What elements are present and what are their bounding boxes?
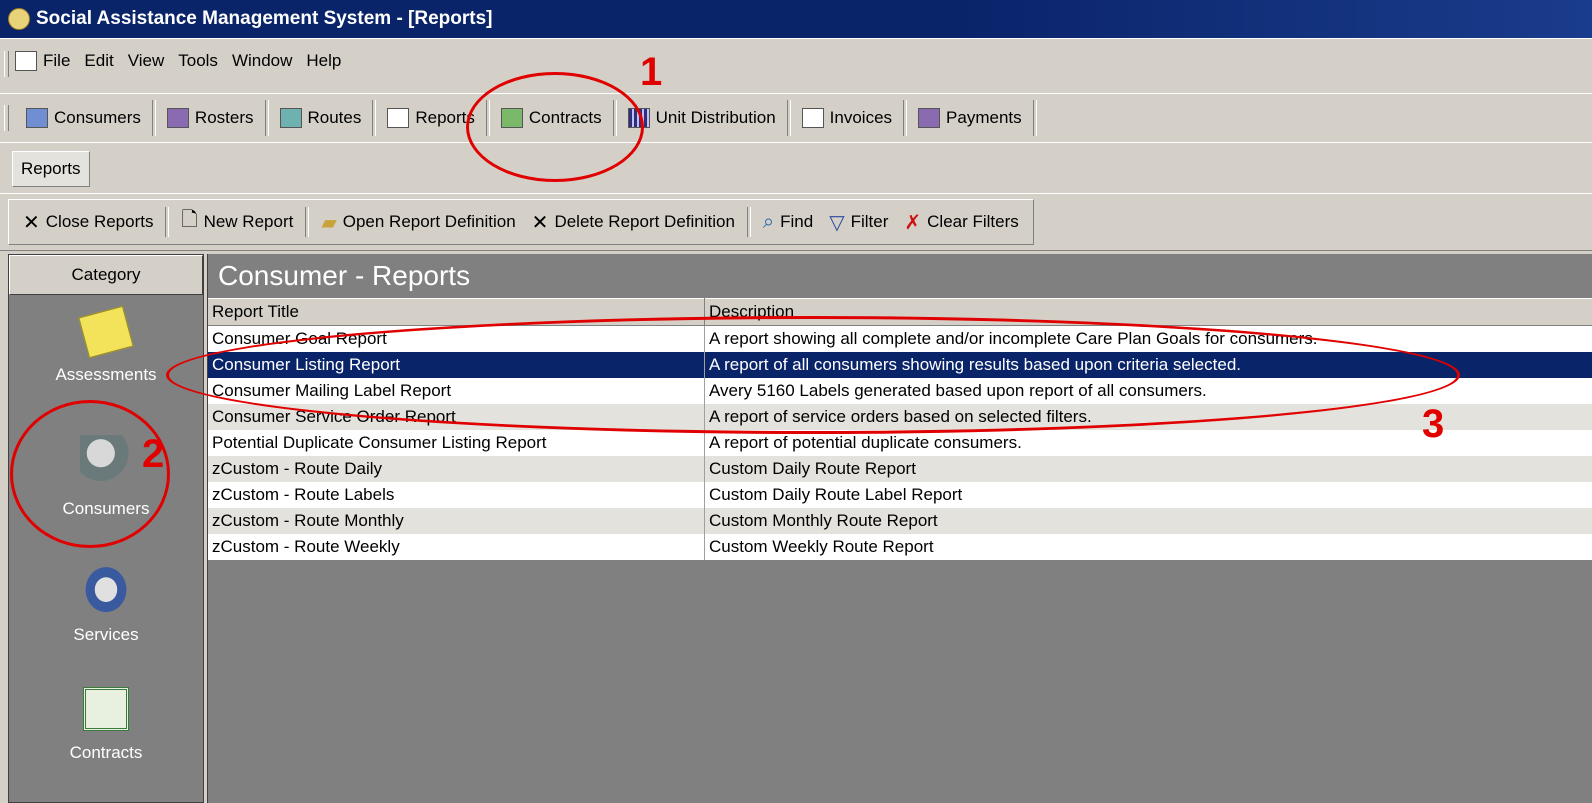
reports-heading: Consumer - Reports bbox=[208, 254, 1592, 298]
report-title-cell: zCustom - Route Weekly bbox=[208, 534, 705, 560]
report-title-cell: Potential Duplicate Consumer Listing Rep… bbox=[208, 430, 705, 456]
annotation-circle-1 bbox=[466, 72, 644, 182]
reports-icon bbox=[387, 108, 410, 128]
delete-icon: ✕ bbox=[531, 211, 549, 234]
category-contracts-label: Contracts bbox=[69, 743, 143, 762]
clear-filters-label: Clear Filters bbox=[927, 212, 1019, 231]
new-report-label: New Report bbox=[203, 212, 294, 231]
menu-help[interactable]: Help bbox=[306, 51, 341, 71]
filter-label: Filter bbox=[850, 212, 889, 231]
nav-routes-button[interactable]: Routes bbox=[269, 98, 373, 138]
find-icon: ⌕ bbox=[762, 210, 775, 233]
table-row[interactable]: zCustom - Route Labels Custom Daily Route… bbox=[208, 482, 1592, 508]
open-report-definition-button[interactable]: ▰ Open Report Definition bbox=[313, 202, 523, 242]
find-label: Find bbox=[780, 212, 814, 231]
table-row[interactable]: zCustom - Route Monthly Custom Monthly Ro… bbox=[208, 508, 1592, 534]
clear-filters-button[interactable]: ✗ Clear Filters bbox=[896, 202, 1026, 242]
toolbar-grip[interactable] bbox=[4, 105, 9, 131]
rosters-icon bbox=[166, 108, 189, 128]
invoices-icon bbox=[801, 108, 824, 128]
separator bbox=[165, 207, 170, 237]
separator bbox=[746, 207, 751, 237]
toolbar-grip[interactable] bbox=[4, 51, 9, 77]
action-group: ✕ Close Reports 🗋 New Report ▰ Open Report … bbox=[8, 199, 1034, 245]
document-icon bbox=[15, 51, 37, 71]
report-title-cell: zCustom - Route Labels bbox=[208, 482, 705, 508]
annotation-number-3: 3 bbox=[1422, 402, 1445, 446]
nav-invoices-label: Invoices bbox=[829, 108, 893, 127]
filter-button[interactable]: ▽ Filter bbox=[821, 202, 896, 242]
menu-edit[interactable]: Edit bbox=[84, 51, 113, 71]
menu-view[interactable]: View bbox=[128, 51, 165, 71]
description-cell: Custom Daily Route Report bbox=[704, 456, 1592, 482]
nav-payments-label: Payments bbox=[946, 108, 1022, 127]
annotation-number-1: 1 bbox=[640, 50, 663, 94]
menu-file[interactable]: File bbox=[43, 51, 70, 71]
nav-payments-button[interactable]: Payments bbox=[907, 98, 1033, 138]
close-reports-button[interactable]: ✕ Close Reports bbox=[15, 202, 161, 242]
description-cell: Custom Daily Route Label Report bbox=[704, 482, 1592, 508]
title-bar: Social Assistance Management System - [R… bbox=[0, 0, 1592, 38]
nav-unit-distribution-label: Unit Distribution bbox=[655, 108, 776, 127]
new-report-button[interactable]: 🗋 New Report bbox=[173, 202, 301, 242]
document-tab-bar: Reports bbox=[0, 142, 1592, 194]
close-icon: ✕ bbox=[23, 211, 40, 234]
nav-consumers-label: Consumers bbox=[54, 108, 141, 127]
report-title-cell: zCustom - Route Monthly bbox=[208, 508, 705, 534]
separator bbox=[1032, 100, 1037, 136]
table-row[interactable]: zCustom - Route Weekly Custom Weekly Rout… bbox=[208, 534, 1592, 560]
app-icon bbox=[8, 8, 30, 30]
handshake-icon bbox=[80, 561, 132, 613]
menu-bar: File Edit View Tools Window Help bbox=[0, 38, 1592, 94]
nav-invoices-button[interactable]: Invoices bbox=[791, 98, 903, 138]
window-title: Social Assistance Management System - [R… bbox=[36, 8, 493, 29]
category-services[interactable]: Services bbox=[9, 561, 203, 645]
category-contracts[interactable]: Contracts bbox=[9, 687, 203, 763]
nav-rosters-label: Rosters bbox=[194, 108, 254, 127]
category-services-label: Services bbox=[73, 625, 139, 644]
payments-icon bbox=[918, 108, 941, 128]
delete-report-definition-label: Delete Report Definition bbox=[554, 212, 735, 231]
sticky-note-icon bbox=[78, 305, 134, 359]
find-button[interactable]: ⌕ Find bbox=[755, 202, 821, 242]
nav-routes-label: Routes bbox=[307, 108, 362, 127]
close-reports-label: Close Reports bbox=[45, 212, 154, 231]
routes-icon bbox=[279, 108, 302, 128]
description-cell: Custom Monthly Route Report bbox=[704, 508, 1592, 534]
nav-rosters-button[interactable]: Rosters bbox=[156, 98, 265, 138]
action-toolbar: ✕ Close Reports 🗋 New Report ▰ Open Report … bbox=[0, 193, 1592, 251]
menu-window[interactable]: Window bbox=[232, 51, 292, 71]
delete-report-definition-button[interactable]: ✕ Delete Report Definition bbox=[524, 202, 743, 242]
filter-icon: ▽ bbox=[829, 211, 845, 234]
new-document-icon: 🗋 bbox=[181, 209, 198, 231]
consumers-icon bbox=[26, 108, 48, 128]
open-folder-icon: ▰ bbox=[321, 211, 337, 234]
annotation-circle-3 bbox=[166, 316, 1460, 434]
category-header: Category bbox=[9, 255, 203, 295]
clear-filter-icon: ✗ bbox=[904, 211, 922, 234]
menu-tools[interactable]: Tools bbox=[178, 51, 218, 71]
tab-reports[interactable]: Reports bbox=[12, 151, 90, 187]
module-toolbar: Consumers Rosters Routes Reports Contrac… bbox=[0, 93, 1592, 143]
certificate-icon bbox=[83, 687, 129, 731]
separator bbox=[305, 207, 310, 237]
nav-consumers-button[interactable]: Consumers bbox=[15, 98, 152, 138]
table-row[interactable]: zCustom - Route Daily Custom Daily Route … bbox=[208, 456, 1592, 482]
open-report-definition-label: Open Report Definition bbox=[342, 212, 516, 231]
description-cell: Custom Weekly Route Report bbox=[704, 534, 1592, 560]
table-row[interactable]: Potential Duplicate Consumer Listing Rep… bbox=[208, 430, 1592, 456]
report-title-cell: zCustom - Route Daily bbox=[208, 456, 705, 482]
annotation-number-2: 2 bbox=[142, 432, 165, 476]
